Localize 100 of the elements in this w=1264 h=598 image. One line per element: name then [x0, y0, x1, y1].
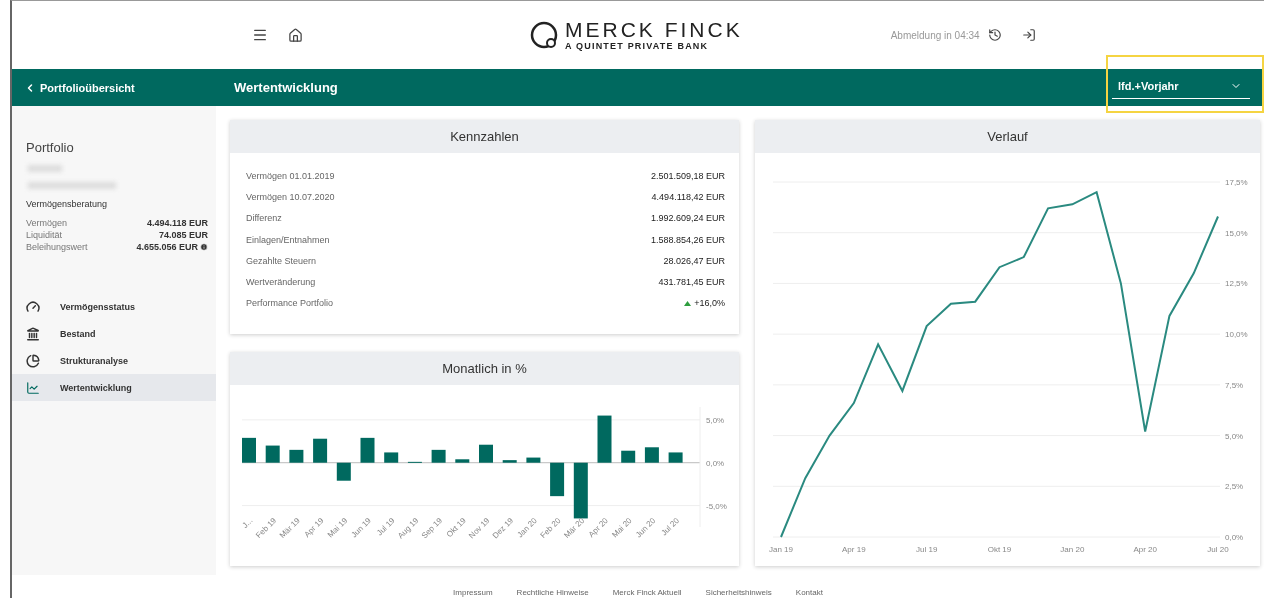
axis-tick-label: Jan 20 [1060, 545, 1085, 554]
metric-value: 1.588.854,26 EUR [650, 234, 725, 245]
footer-link[interactable]: Rechtliche Hinweise [516, 588, 589, 597]
page-title: Wertentwicklung [234, 80, 339, 95]
nav-item[interactable]: Wertentwicklung [12, 374, 216, 401]
axis-tick-label: 10,0% [1225, 330, 1248, 340]
axis-tick-label: Okt 19 [444, 516, 468, 540]
metric-value: +16,0% [684, 298, 725, 309]
nav-item[interactable]: Bestand [12, 320, 216, 347]
card-title: Kennzahlen [230, 120, 739, 153]
metric-label: Differenz [246, 213, 282, 224]
gauge-icon [26, 299, 40, 314]
bar [242, 437, 256, 463]
session-timer: Abmeldung in 04:34 [890, 29, 980, 41]
logo-tagline: A QUINTET PRIVATE BANK [565, 41, 710, 51]
metric-value: 1.992.609,24 EUR [650, 213, 725, 224]
nav-item[interactable]: Strukturanalyse [12, 347, 216, 374]
axis-tick-label: Jun 19 [349, 516, 373, 540]
axis-tick-label: 0,0% [1225, 533, 1244, 542]
axis-tick-label: Jul 20 [1207, 545, 1229, 554]
axis-tick-label: 2,5% [1225, 482, 1244, 492]
bar [597, 415, 612, 463]
menu-icon [252, 27, 268, 43]
bar [502, 460, 517, 463]
portfolio-type: Vermögensberatung [26, 199, 109, 209]
axis-tick-label: 5,0% [706, 415, 725, 425]
axis-tick-label: 5,0% [1225, 431, 1244, 441]
logout-icon [1021, 28, 1036, 42]
axis-tick-label: Apr 20 [1133, 545, 1157, 554]
bar [668, 452, 683, 463]
axis-tick-label: Jul 19 [375, 516, 397, 538]
axis-tick-label: Jan 20 [515, 516, 539, 540]
axis-tick-label: -5,0% [706, 501, 727, 511]
axis-tick-label: Mär 19 [277, 516, 302, 541]
logo-ring-icon [529, 20, 559, 50]
footer-link[interactable]: Merck Finck Aktuell [612, 588, 682, 597]
axis-tick-label: 7,5% [1225, 380, 1244, 390]
bar [621, 450, 636, 463]
axis-tick-label: Apr 19 [302, 516, 326, 540]
axis-tick-label: Dez 19 [490, 516, 516, 541]
figure-label: Vermögen [26, 217, 68, 229]
bar [644, 447, 659, 463]
axis-tick-label: 17,5% [1225, 178, 1248, 187]
axis-tick-label: Apr 20 [586, 516, 610, 540]
figure-label: Liquidität [26, 229, 63, 241]
metric-label: Vermögen 01.01.2019 [246, 170, 335, 181]
axis-tick-label: Nov 19 [467, 516, 492, 541]
nav-item[interactable]: Vermögensstatus [12, 293, 216, 320]
axis-tick-label: 15,0% [1225, 228, 1248, 238]
line-chart-icon [26, 380, 40, 395]
axis-tick-label: Sep 19 [419, 516, 444, 541]
metric-value: 2.501.509,18 EUR [650, 170, 725, 181]
metric-label: Vermögen 10.07.2020 [246, 191, 335, 202]
bar [479, 444, 493, 463]
bar [455, 459, 470, 463]
bar [526, 457, 541, 463]
axis-tick-label: 12,5% [1225, 279, 1248, 289]
axis-tick-label: Jan 19 [769, 545, 793, 554]
logo-name: MERCK FINCK [565, 19, 743, 41]
figure-value: 74.085 EUR [158, 229, 208, 241]
home-icon [288, 27, 303, 43]
footer-link[interactable]: Sicherheitshinweis [705, 588, 772, 597]
axis-tick-label: 0,0% [706, 458, 725, 468]
pie-chart-icon [26, 353, 40, 368]
axis-tick-label: Okt 19 [987, 545, 1012, 554]
bank-icon [26, 326, 40, 341]
bar [431, 449, 446, 463]
figure-label: Beleihungswert [26, 241, 88, 253]
axis-tick-label: Aug 19 [396, 516, 421, 541]
footer-link[interactable]: Kontakt [795, 588, 823, 597]
axis-tick-label: Mai 19 [325, 516, 350, 540]
bar [289, 449, 304, 463]
axis-tick-label: Apr 19 [842, 545, 866, 554]
back-link[interactable]: Portfolioübersicht [12, 81, 234, 94]
metric-label: Gezahlte Steuern [246, 255, 317, 266]
info-icon[interactable] [200, 243, 208, 251]
card-title: Verlauf [755, 120, 1260, 153]
bar [384, 452, 399, 463]
bar [360, 437, 375, 463]
axis-tick-label: Feb 19 [254, 516, 279, 541]
axis-tick-label: Jun 20 [633, 516, 658, 540]
bar [573, 462, 588, 519]
axis-tick-label: Mär 20 [562, 516, 587, 541]
bar [313, 438, 328, 463]
footer-link[interactable]: Impressum [453, 588, 493, 597]
period-dropdown[interactable]: lfd.+Vorjahr [1112, 76, 1250, 99]
axis-tick-label: Jul 20 [659, 516, 681, 538]
metric-value: 28.026,47 EUR [663, 255, 725, 266]
axis-tick-label: Mai 20 [610, 516, 634, 540]
figure-value: 4.494.118 EUR [146, 217, 208, 229]
portfolio-title: Portfolio [26, 140, 75, 155]
axis-tick-label: Jul 19 [916, 545, 938, 554]
axis-tick-label: J... [240, 516, 255, 530]
axis-tick-label: Feb 20 [538, 516, 563, 541]
bar [265, 445, 280, 463]
figure-value: 4.655.056 EUR [136, 241, 208, 253]
metric-value: 431.781,45 EUR [658, 277, 725, 288]
metric-label: Einlagen/Entnahmen [246, 234, 330, 245]
metric-label: Performance Portfolio [246, 298, 334, 309]
metric-value: 4.494.118,42 EUR [651, 191, 725, 202]
